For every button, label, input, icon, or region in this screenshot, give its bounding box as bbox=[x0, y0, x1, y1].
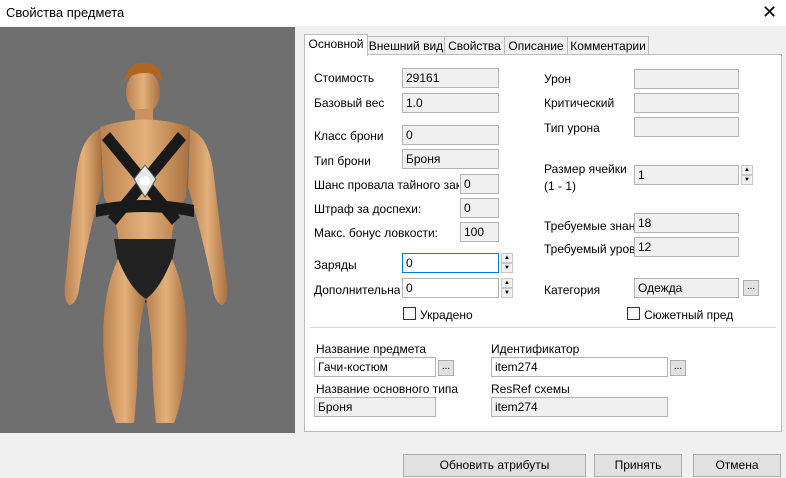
model-preview[interactable] bbox=[0, 27, 295, 433]
resref-label: ResRef схемы bbox=[491, 382, 570, 396]
req-level-label: Требуемый урове bbox=[544, 242, 634, 256]
cost-field[interactable] bbox=[402, 68, 499, 88]
item-name-browse-button[interactable]: ... bbox=[438, 360, 454, 376]
charges-spinner[interactable]: ▲ ▼ bbox=[501, 253, 513, 273]
stolen-checkbox[interactable] bbox=[403, 307, 416, 320]
req-skill-field[interactable] bbox=[634, 213, 739, 233]
plot-label: Сюжетный пред bbox=[644, 308, 734, 322]
item-name-field[interactable] bbox=[314, 357, 436, 377]
identifier-browse-button[interactable]: ... bbox=[670, 360, 686, 376]
base-weight-label: Базовый вес bbox=[314, 96, 385, 110]
damage-field[interactable] bbox=[634, 69, 739, 89]
close-icon[interactable]: ✕ bbox=[762, 2, 777, 22]
cost-label: Стоимость bbox=[314, 71, 375, 85]
category-browse-button[interactable]: ... bbox=[743, 280, 759, 296]
stolen-label: Украдено bbox=[420, 308, 473, 322]
armor-type-label: Тип брони bbox=[314, 154, 371, 168]
critical-label: Критический bbox=[544, 96, 615, 110]
charges-label: Заряды bbox=[314, 258, 357, 272]
tab-appearance[interactable]: Внешний вид bbox=[367, 36, 445, 55]
critical-field[interactable] bbox=[634, 93, 739, 113]
spin-down-icon[interactable]: ▼ bbox=[741, 175, 753, 185]
max-dex-label: Макс. бонус ловкости: bbox=[314, 226, 439, 240]
window-title: Свойства предмета bbox=[6, 5, 125, 20]
armor-penalty-field[interactable] bbox=[460, 198, 499, 218]
item-name-label: Название предмета bbox=[316, 342, 427, 356]
additional-label: Дополнительная bbox=[314, 283, 400, 297]
spin-up-icon[interactable]: ▲ bbox=[501, 278, 513, 288]
tab-properties[interactable]: Свойства bbox=[444, 36, 505, 55]
req-level-field[interactable] bbox=[634, 237, 739, 257]
additional-field[interactable] bbox=[402, 278, 499, 298]
cell-size-range-label: (1 - 1) bbox=[544, 179, 577, 193]
tab-main[interactable]: Основной bbox=[304, 34, 368, 56]
cancel-button[interactable]: Отмена bbox=[693, 454, 781, 477]
additional-spinner[interactable]: ▲ ▼ bbox=[501, 278, 513, 298]
identifier-field[interactable] bbox=[491, 357, 668, 377]
cell-size-spinner[interactable]: ▲ ▼ bbox=[741, 165, 753, 185]
armor-type-field[interactable] bbox=[402, 149, 499, 169]
armor-class-label: Класс брони bbox=[314, 129, 384, 143]
spin-up-icon[interactable]: ▲ bbox=[741, 165, 753, 175]
damage-label: Урон bbox=[544, 72, 572, 86]
spin-down-icon[interactable]: ▼ bbox=[501, 263, 513, 273]
req-skill-label: Требуемые знани bbox=[544, 219, 634, 233]
base-weight-field[interactable] bbox=[402, 93, 499, 113]
armor-class-field[interactable] bbox=[402, 125, 499, 145]
cell-size-field[interactable] bbox=[634, 165, 739, 185]
tab-description[interactable]: Описание bbox=[504, 36, 568, 55]
max-dex-field[interactable] bbox=[460, 222, 499, 242]
category-field[interactable] bbox=[634, 278, 739, 298]
plot-checkbox[interactable] bbox=[627, 307, 640, 320]
section-divider bbox=[310, 327, 776, 328]
damage-type-label: Тип урона bbox=[544, 121, 600, 135]
spell-failure-label: Шанс провала тайного закл bbox=[314, 178, 459, 192]
update-attributes-button[interactable]: Обновить атрибуты bbox=[403, 454, 586, 477]
base-type-name-field[interactable] bbox=[314, 397, 436, 417]
character-model-image bbox=[64, 62, 228, 423]
cell-size-label: Размер ячейки bbox=[544, 162, 627, 176]
identifier-label: Идентификатор bbox=[491, 342, 580, 356]
spell-failure-field[interactable] bbox=[460, 174, 499, 194]
accept-button[interactable]: Принять bbox=[594, 454, 682, 477]
charges-field[interactable] bbox=[402, 253, 499, 273]
category-label: Категория bbox=[544, 283, 601, 297]
armor-penalty-label: Штраф за доспехи: bbox=[314, 202, 422, 216]
resref-field[interactable] bbox=[491, 397, 668, 417]
base-type-name-label: Название основного типа bbox=[316, 382, 459, 396]
tab-comments[interactable]: Комментарии bbox=[567, 36, 649, 55]
spin-down-icon[interactable]: ▼ bbox=[501, 288, 513, 298]
spin-up-icon[interactable]: ▲ bbox=[501, 253, 513, 263]
damage-type-field[interactable] bbox=[634, 117, 739, 137]
